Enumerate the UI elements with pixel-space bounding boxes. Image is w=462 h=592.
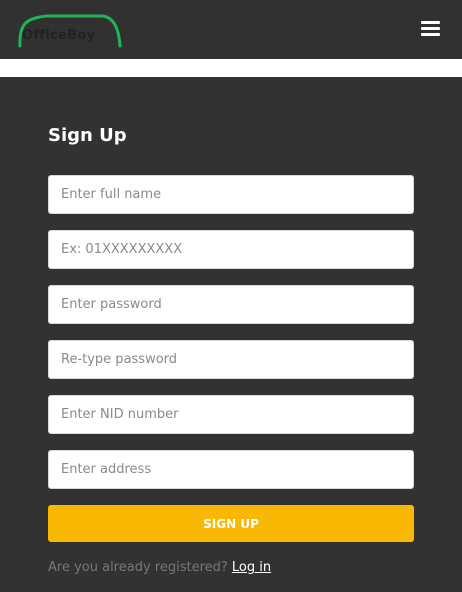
menu-line-icon (421, 21, 440, 24)
signup-title: Sign Up (48, 125, 127, 146)
phone-input[interactable] (48, 230, 414, 269)
retype-password-input[interactable] (48, 340, 414, 379)
nid-number-input[interactable] (48, 395, 414, 434)
password-input[interactable] (48, 285, 414, 324)
address-input[interactable] (48, 450, 414, 489)
menu-line-icon (421, 27, 440, 30)
login-link[interactable]: Log in (232, 560, 271, 575)
logo-text: OfficeBoy (22, 28, 96, 43)
already-registered-text: Are you already registered? Log in (48, 560, 271, 575)
top-header: OfficeBoy (0, 0, 462, 59)
full-name-input[interactable] (48, 175, 414, 214)
hamburger-menu-button[interactable] (418, 18, 444, 40)
menu-line-icon (421, 33, 440, 36)
already-registered-label: Are you already registered? (48, 560, 228, 575)
header-divider-band (0, 59, 462, 77)
sign-up-button[interactable]: SIGN UP (48, 505, 414, 542)
